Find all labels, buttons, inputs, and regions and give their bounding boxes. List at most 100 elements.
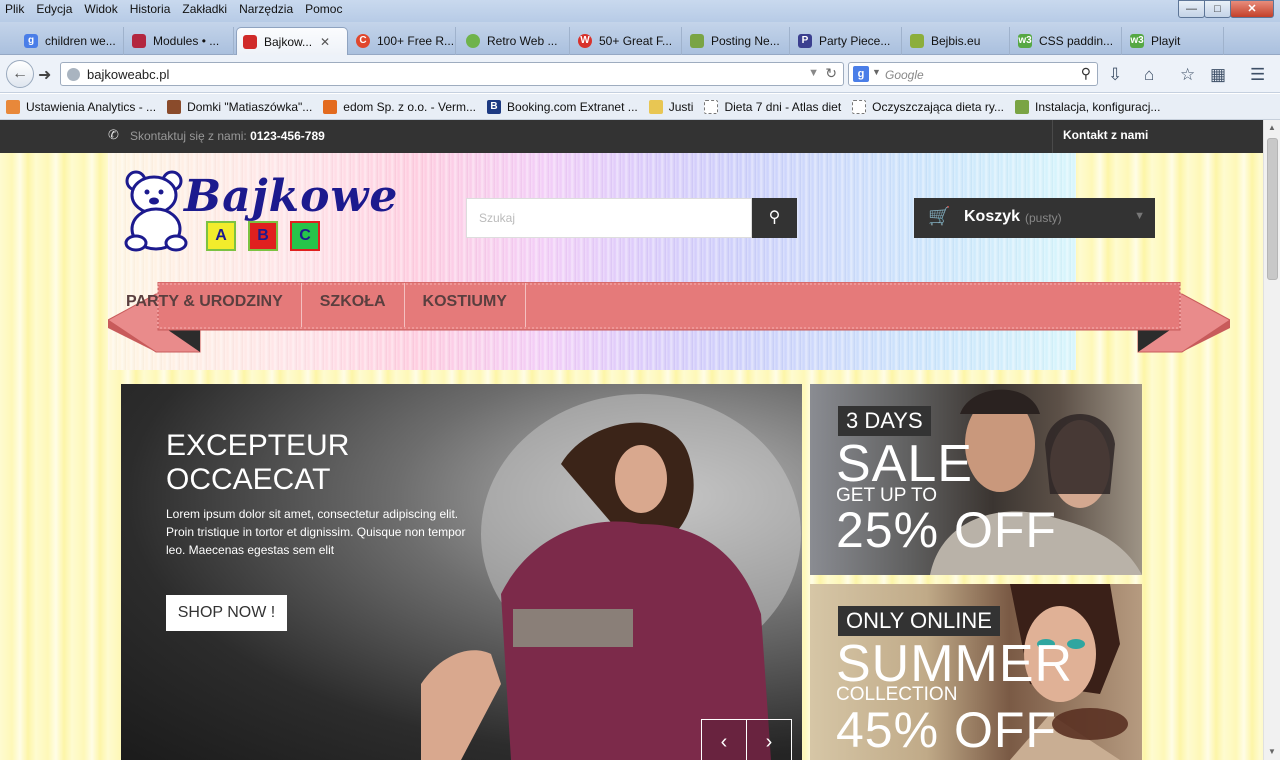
slider-prev-button[interactable]: ‹ xyxy=(701,719,747,760)
hero-slider[interactable]: EXCEPTEUR OCCAECAT Lorem ipsum dolor sit… xyxy=(121,384,802,760)
bookmark-instalacja[interactable]: Instalacja, konfiguracj... xyxy=(1015,99,1160,114)
engine-dropdown-icon[interactable]: ▼ xyxy=(872,67,881,77)
shop-search-button[interactable]: ⚲ xyxy=(752,198,797,238)
tab-bejbis[interactable]: Bejbis.eu xyxy=(904,27,1010,55)
summer-banner[interactable]: ONLY ONLINE SUMMER COLLECTION 45% OFF xyxy=(810,584,1142,760)
menu-party-urodziny[interactable]: PARTY & URODZINY xyxy=(108,283,302,327)
scroll-down-icon[interactable]: ▼ xyxy=(1264,744,1280,760)
tab-bajkowe-active[interactable]: Bajkow... ✕ xyxy=(236,27,348,55)
tab-label: Retro Web ... xyxy=(487,34,558,48)
phone-icon: ✆ xyxy=(108,127,119,142)
menu-plik[interactable]: Plik xyxy=(0,0,30,20)
menu-edycja[interactable]: Edycja xyxy=(30,0,78,20)
site-logo[interactable]: Bajkowe A B C xyxy=(124,167,409,257)
bookmark-label: Justi xyxy=(668,99,694,114)
block-a: A xyxy=(206,221,236,251)
bookmark-edom[interactable]: edom Sp. z o.o. - Verm... xyxy=(323,99,476,114)
bookmark-dieta[interactable]: Dieta 7 dni - Atlas diet xyxy=(704,99,842,114)
close-tab-icon[interactable]: ✕ xyxy=(320,35,330,49)
cart-label: Koszyk xyxy=(964,208,1021,225)
chevron-left-icon: ‹ xyxy=(720,731,728,753)
c-icon: C xyxy=(356,34,370,48)
globe-icon xyxy=(67,68,80,81)
tab-css-padding[interactable]: w3 CSS paddin... xyxy=(1012,27,1122,55)
w3-icon: w3 xyxy=(1018,34,1032,48)
scroll-up-icon[interactable]: ▲ xyxy=(1264,120,1280,136)
shop-search-input[interactable]: Szukaj xyxy=(466,198,752,238)
tab-label: Playit xyxy=(1151,34,1181,48)
url-text: bajkoweabc.pl xyxy=(87,67,170,82)
tab-playit[interactable]: w3 Playit xyxy=(1124,27,1224,55)
tab-posting[interactable]: Posting Ne... xyxy=(684,27,790,55)
bookmark-star-icon[interactable]: ☆ xyxy=(1180,65,1195,85)
google-engine-icon[interactable]: g xyxy=(853,66,869,82)
bookmark-label: Ustawienia Analytics - ... xyxy=(26,99,157,114)
bookmark-analytics[interactable]: Ustawienia Analytics - ... xyxy=(6,99,157,114)
tab-party-piece[interactable]: P Party Piece... xyxy=(792,27,902,55)
analytics-icon xyxy=(6,99,20,114)
menu-zakladki[interactable]: Zakładki xyxy=(176,0,233,20)
w-icon: W xyxy=(578,34,592,48)
logo-wordmark: Bajkowe xyxy=(184,171,399,222)
tab-modules[interactable]: Modules • ... xyxy=(126,27,234,55)
forward-button[interactable]: ➜ xyxy=(38,65,51,85)
bookmarks-menu-icon[interactable]: ▦ xyxy=(1210,65,1226,85)
w3-icon: w3 xyxy=(1130,34,1144,48)
menu-pomoc[interactable]: Pomoc xyxy=(299,0,348,20)
chevron-down-icon: ▼ xyxy=(1134,210,1145,222)
phone-number: 0123-456-789 xyxy=(250,129,325,143)
contact-label: Skontaktuj się z nami: xyxy=(130,129,247,143)
url-dropdown-icon[interactable]: ▼ xyxy=(808,67,819,79)
menu-szkola[interactable]: SZKOŁA xyxy=(302,283,405,327)
browser-title-bar: Plik Edycja Widok Historia Zakładki Narz… xyxy=(0,0,1280,22)
search-icon[interactable]: ⚲ xyxy=(1081,65,1091,82)
folder-icon xyxy=(648,99,663,114)
close-window-button[interactable]: ✕ xyxy=(1230,0,1274,18)
edom-icon xyxy=(323,99,338,114)
search-placeholder: Google xyxy=(885,68,924,82)
maximize-button[interactable]: □ xyxy=(1204,0,1231,18)
banner1-tag: 3 DAYS xyxy=(838,406,931,436)
tab-great-f[interactable]: W 50+ Great F... xyxy=(572,27,682,55)
back-button[interactable]: ← xyxy=(6,60,34,88)
bookmark-oczyszczajaca[interactable]: Oczyszczająca dieta ry... xyxy=(852,99,1004,114)
download-icon[interactable]: ⇩ xyxy=(1108,65,1122,85)
menu-historia[interactable]: Historia xyxy=(124,0,177,20)
tab-label: children we... xyxy=(45,34,116,48)
reload-icon[interactable]: ↻ xyxy=(825,65,837,82)
blank-page-icon xyxy=(704,99,719,114)
modules-icon xyxy=(132,34,146,48)
url-bar[interactable]: bajkoweabc.pl ▼ ↻ xyxy=(60,62,844,86)
scrollbar-thumb[interactable] xyxy=(1267,138,1278,280)
contact-us-link[interactable]: Kontakt z nami xyxy=(1052,120,1158,153)
sale-banner[interactable]: 3 DAYS SALE GET UP TO 25% OFF xyxy=(810,384,1142,575)
banner1-discount: 25% OFF xyxy=(836,502,1057,558)
bookmark-booking[interactable]: B Booking.com Extranet ... xyxy=(487,99,638,114)
bookmark-label: Dieta 7 dni - Atlas diet xyxy=(724,99,842,114)
minimize-button[interactable]: — xyxy=(1178,0,1205,18)
slider-next-button[interactable]: › xyxy=(746,719,792,760)
bookmark-label: Domki "Matiaszówka"... xyxy=(187,99,313,114)
cart-button[interactable]: 🛒 Koszyk (pusty) ▼ xyxy=(914,198,1155,238)
banner1-title: SALE xyxy=(836,435,973,493)
menu-kostiumy[interactable]: KOSTIUMY xyxy=(405,283,526,327)
blank-page-icon xyxy=(852,99,867,114)
hamburger-menu-icon[interactable]: ☰ xyxy=(1250,65,1265,85)
bookmark-justi[interactable]: Justi xyxy=(648,99,694,114)
bookmark-domki[interactable]: Domki "Matiaszówka"... xyxy=(167,99,313,114)
menu-narzedzia[interactable]: Narzędzia xyxy=(233,0,299,20)
shop-now-button[interactable]: SHOP NOW ! xyxy=(166,595,287,631)
home-icon[interactable]: ⌂ xyxy=(1144,65,1154,85)
browser-search-box[interactable]: g ▼ Google ⚲ xyxy=(848,62,1098,86)
banner2-discount: 45% OFF xyxy=(836,702,1057,758)
bajkowe-icon xyxy=(243,34,257,49)
tab-free-r[interactable]: C 100+ Free R... xyxy=(350,27,456,55)
menu-widok[interactable]: Widok xyxy=(78,0,123,20)
tab-label: CSS paddin... xyxy=(1039,34,1114,48)
bookmark-label: Oczyszczająca dieta ry... xyxy=(872,99,1004,114)
page-scrollbar[interactable]: ▲ ▼ xyxy=(1263,120,1280,760)
tab-retro-web[interactable]: Retro Web ... xyxy=(460,27,570,55)
retro-icon xyxy=(466,34,480,48)
tab-children[interactable]: g children we... xyxy=(18,27,124,55)
tab-label: Bejbis.eu xyxy=(931,34,981,48)
